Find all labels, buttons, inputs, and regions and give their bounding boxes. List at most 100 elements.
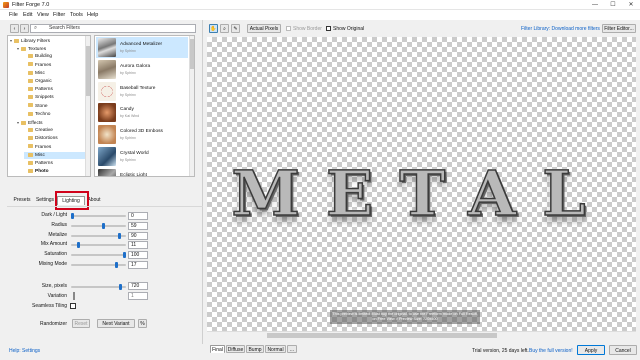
setting-value-field[interactable]: 100: [128, 251, 148, 260]
forward-arrow-icon[interactable]: ›: [20, 24, 29, 33]
show-border-checkbox[interactable]: [286, 26, 291, 31]
actual-pixels-button[interactable]: Actual Pixels: [247, 24, 281, 33]
setting-slider-knob[interactable]: [123, 252, 126, 259]
tree-item[interactable]: Techno: [24, 111, 90, 119]
tree-item-label: Misc: [35, 152, 45, 158]
size-field[interactable]: 720: [128, 282, 148, 290]
variation-field[interactable]: 1: [128, 292, 148, 300]
tree-item[interactable]: ▾ Library Filters: [10, 37, 90, 45]
tree-item[interactable]: Creative: [24, 127, 90, 135]
filter-list-item[interactable]: Colored 3D Emboss by Sphinx: [96, 124, 188, 145]
seamless-checkbox[interactable]: [70, 303, 76, 309]
setting-slider[interactable]: [71, 224, 126, 227]
tree-item-label: Creative: [35, 128, 53, 134]
tab-normal[interactable]: Normal: [265, 345, 286, 353]
filter-name: Candy: [120, 107, 134, 113]
minimize-button[interactable]: —: [586, 0, 604, 10]
folder-icon: [28, 152, 33, 157]
filter-list-scrollbar[interactable]: [189, 36, 194, 176]
menu-view[interactable]: View: [37, 12, 49, 18]
tree-item[interactable]: Organic: [24, 78, 90, 86]
tree-item[interactable]: Misc: [24, 151, 90, 160]
setting-value-field[interactable]: 59: [128, 221, 148, 230]
filter-list-item[interactable]: Baseball Texture by Sphinx: [96, 81, 188, 102]
tree-item[interactable]: Building: [24, 53, 90, 61]
tree-item-label: Distortions: [35, 136, 58, 142]
tree-item[interactable]: Misc: [24, 70, 90, 78]
size-slider[interactable]: [71, 286, 126, 288]
tree-item[interactable]: Patterns: [24, 160, 90, 168]
menu-filter[interactable]: Filter: [53, 12, 65, 18]
setting-value-field[interactable]: 0: [128, 212, 148, 220]
buy-full-version-link[interactable]: Buy the full version!: [529, 348, 573, 354]
filter-list-item[interactable]: Candy by Kai Wind: [96, 102, 188, 123]
filter-list: Advanced Metalizer by Sphinx Aurora Galora…: [94, 35, 195, 177]
size-slider-knob[interactable]: [119, 284, 123, 290]
setting-slider-knob[interactable]: [117, 232, 121, 239]
next-variant-button[interactable]: Next Variant: [97, 319, 135, 328]
filter-list-item[interactable]: Advanced Metalizer by Sphinx: [96, 37, 188, 58]
setting-value-field[interactable]: 17: [128, 261, 148, 269]
folder-icon: [21, 46, 26, 51]
canvas-horizontal-scrollbar[interactable]: [207, 331, 636, 339]
tab-settings[interactable]: Settings: [34, 196, 56, 205]
canvas-scroll-thumb[interactable]: [267, 333, 497, 338]
reset-button[interactable]: Reset: [72, 319, 90, 328]
filter-list-item[interactable]: Crystal World by Sphinx: [96, 146, 188, 167]
percent-button[interactable]: %: [138, 319, 147, 328]
setting-slider-knob[interactable]: [115, 262, 119, 268]
setting-slider-knob[interactable]: [101, 222, 105, 229]
tree-item-label: Effects: [28, 121, 43, 126]
tree-item[interactable]: Patterns: [24, 86, 90, 94]
menu-file[interactable]: File: [9, 12, 18, 18]
menu-edit[interactable]: Edit: [23, 12, 32, 18]
menu-help[interactable]: Help: [87, 12, 98, 18]
setting-slider[interactable]: [71, 254, 126, 257]
seamless-label: Seamless Tiling: [31, 303, 67, 309]
close-button[interactable]: ✕: [622, 0, 640, 10]
help-settings-link[interactable]: Help: Settings: [9, 348, 40, 354]
filter-thumbnail: [98, 81, 116, 101]
tab-bump[interactable]: Bump: [246, 345, 264, 353]
tree-item[interactable]: Frames: [24, 144, 90, 152]
tab-presets[interactable]: Presets: [12, 196, 32, 205]
hand-tool-icon[interactable]: ✋: [209, 24, 218, 33]
setting-value-field[interactable]: 11: [128, 241, 148, 250]
setting-value-field[interactable]: 90: [128, 231, 148, 240]
cancel-button[interactable]: Cancel: [609, 345, 637, 355]
tree-item-label: Building: [35, 54, 53, 60]
tree-item-label: Textures: [28, 47, 47, 53]
back-arrow-icon[interactable]: ‹: [10, 24, 19, 33]
tab-final[interactable]: Final: [210, 345, 225, 353]
eyedropper-icon[interactable]: ✎: [231, 24, 240, 33]
tree-item[interactable]: Distortions: [24, 135, 90, 143]
filter-library-link[interactable]: Filter Library: Download more filters: [521, 26, 600, 32]
app-logo-icon: [3, 2, 9, 8]
tree-item[interactable]: Photo: [24, 168, 90, 176]
tree-item[interactable]: ▾ Textures: [17, 45, 90, 53]
show-original-checkbox[interactable]: [326, 26, 331, 31]
filter-list-item[interactable]: Ecliptic Lightby Sphinx: [96, 168, 188, 176]
filter-editor-button[interactable]: Filter Editor...: [602, 24, 636, 33]
setting-slider-knob[interactable]: [76, 242, 80, 249]
tab-diffuse[interactable]: Diffuse: [226, 345, 245, 353]
setting-slider[interactable]: [71, 215, 126, 217]
tree-item-label: Patterns: [35, 87, 53, 93]
tree-item-label: Snippets: [35, 95, 54, 101]
tree-item[interactable]: Frames: [24, 62, 90, 70]
zoom-tool-icon[interactable]: ⌕: [220, 24, 229, 33]
setting-slider-knob[interactable]: [71, 213, 74, 219]
tree-item[interactable]: Snippets: [24, 94, 90, 102]
tree-scrollbar[interactable]: [85, 36, 90, 176]
tab-more[interactable]: ...: [287, 345, 297, 353]
filter-list-item[interactable]: Aurora Galora by Sphinx: [96, 59, 188, 80]
filter-author: by Sphinx: [120, 70, 136, 75]
tree-item[interactable]: Stone: [24, 103, 90, 111]
apply-button[interactable]: Apply: [577, 345, 605, 355]
menu-tools[interactable]: Tools: [70, 12, 83, 18]
preview-canvas[interactable]: METAL: [207, 37, 636, 331]
tree-item-label: Misc: [35, 70, 45, 76]
search-input[interactable]: ⌕ Search Filters: [30, 24, 196, 33]
maximize-button[interactable]: ☐: [604, 0, 622, 10]
tree-item[interactable]: ▾ Effects: [17, 119, 90, 127]
